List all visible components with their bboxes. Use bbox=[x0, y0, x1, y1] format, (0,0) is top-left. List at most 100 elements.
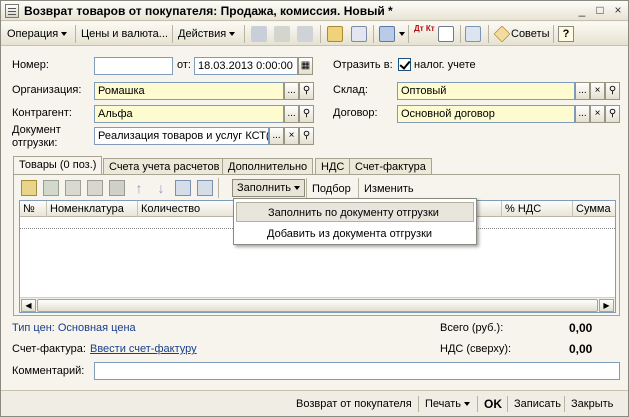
copy-row-icon[interactable] bbox=[43, 180, 59, 196]
chevron-down-icon bbox=[61, 32, 68, 37]
button-separator bbox=[507, 396, 508, 412]
toolbar-separator bbox=[488, 25, 489, 43]
warehouse-label: Склад: bbox=[333, 84, 368, 96]
contract-field[interactable]: Основной договор bbox=[397, 105, 575, 123]
menu-item-fill-by-shipment-doc[interactable]: Заполнить по документу отгрузки bbox=[236, 202, 474, 222]
back-arrow-icon[interactable] bbox=[251, 26, 267, 42]
chevron-down-icon bbox=[464, 402, 471, 407]
enter-invoice-link[interactable]: Ввести счет-фактуру bbox=[90, 343, 197, 355]
tab-settlement-accounts[interactable]: Счета учета расчетов bbox=[103, 158, 226, 175]
delete-row-icon[interactable] bbox=[87, 180, 103, 196]
save-button[interactable]: Записать bbox=[514, 395, 561, 413]
toolbar-separator bbox=[306, 178, 307, 198]
bottom-button-bar: Возврат от покупателя Печать OK Записать… bbox=[1, 390, 628, 416]
tips-icon bbox=[493, 25, 511, 43]
date-field[interactable]: 18.03.2013 0:00:00 bbox=[194, 57, 298, 75]
search-icon[interactable]: ⚲ bbox=[299, 127, 314, 145]
end-edit-icon[interactable] bbox=[109, 180, 125, 196]
counterparty-select-button[interactable]: ... bbox=[284, 105, 299, 123]
search-icon[interactable]: ⚲ bbox=[605, 105, 620, 123]
unpost-document-icon[interactable] bbox=[351, 26, 367, 42]
document-icon bbox=[5, 4, 19, 18]
warehouse-field[interactable]: Оптовый bbox=[397, 82, 575, 100]
column-header-vat-rate[interactable]: % НДС bbox=[501, 201, 573, 217]
reflect-in-label: Отразить в: bbox=[333, 59, 393, 71]
search-icon[interactable]: ⚲ bbox=[299, 105, 314, 123]
maximize-icon[interactable]: □ bbox=[592, 3, 608, 18]
comment-field[interactable] bbox=[94, 362, 620, 380]
scrollbar-thumb[interactable] bbox=[37, 299, 598, 312]
fill-dropdown-menu: Заполнить по документу отгрузки Добавить… bbox=[233, 198, 477, 245]
main-toolbar: Операция Цены и валюта... Действия Дт Кт… bbox=[1, 22, 628, 46]
close-button[interactable]: Закрыть bbox=[571, 395, 613, 413]
shipment-doc-select-button[interactable]: ... bbox=[269, 127, 284, 145]
report-structure-icon[interactable] bbox=[438, 26, 454, 42]
button-separator bbox=[564, 396, 565, 412]
filter-icon[interactable] bbox=[465, 26, 481, 42]
sort-asc-icon[interactable] bbox=[175, 180, 191, 196]
close-icon[interactable]: × bbox=[610, 3, 626, 18]
ok-button[interactable]: OK bbox=[484, 395, 502, 413]
print-menu-button[interactable]: Печать bbox=[425, 395, 471, 413]
return-from-buyer-button[interactable]: Возврат от покупателя bbox=[296, 395, 412, 413]
scroll-right-icon[interactable]: ▶ bbox=[599, 299, 614, 312]
toolbar-separator bbox=[172, 25, 173, 43]
help-button[interactable]: ? bbox=[558, 26, 574, 42]
column-header-quantity[interactable]: Количество bbox=[138, 201, 234, 217]
clear-icon[interactable]: × bbox=[590, 82, 605, 100]
add-row-icon[interactable] bbox=[21, 180, 37, 196]
contract-select-button[interactable]: ... bbox=[575, 105, 590, 123]
fill-menu-button[interactable]: Заполнить bbox=[232, 179, 306, 197]
toolbar-separator bbox=[75, 25, 76, 43]
column-header-amount[interactable]: Сумма bbox=[573, 201, 617, 217]
date-from-label: от: bbox=[177, 59, 191, 71]
toolbar-separator bbox=[373, 25, 374, 43]
scroll-left-icon[interactable]: ◀ bbox=[21, 299, 36, 312]
search-icon[interactable]: ⚲ bbox=[299, 82, 314, 100]
actions-menu-button[interactable]: Действия bbox=[178, 26, 236, 42]
horizontal-scrollbar[interactable]: ◀ ▶ bbox=[20, 297, 615, 312]
edit-row-icon[interactable] bbox=[65, 180, 81, 196]
search-icon[interactable]: ⚲ bbox=[605, 82, 620, 100]
tab-invoice[interactable]: Счет-фактура bbox=[349, 158, 432, 175]
chevron-down-icon bbox=[229, 32, 236, 37]
organization-field[interactable]: Ромашка bbox=[94, 82, 284, 100]
counterparty-field[interactable]: Альфа bbox=[94, 105, 284, 123]
organization-select-button[interactable]: ... bbox=[284, 82, 299, 100]
chevron-down-icon[interactable] bbox=[399, 32, 405, 36]
menu-item-add-from-shipment-doc[interactable]: Добавить из документа отгрузки bbox=[236, 224, 474, 244]
invoice-label: Счет-фактура: bbox=[12, 343, 86, 355]
tab-goods[interactable]: Товары (0 поз.) bbox=[13, 156, 103, 176]
vat-label: НДС (сверху): bbox=[440, 343, 512, 355]
tax-accounting-checkbox[interactable] bbox=[398, 58, 411, 71]
column-header-nomenclature[interactable]: Номенклатура bbox=[47, 201, 138, 217]
move-down-icon[interactable]: ↓ bbox=[153, 180, 169, 196]
tab-additional[interactable]: Дополнительно bbox=[222, 158, 314, 175]
document-grey-icon[interactable] bbox=[274, 26, 290, 42]
forward-arrow-icon[interactable] bbox=[297, 26, 313, 42]
calendar-icon[interactable]: ▦ bbox=[298, 57, 313, 75]
clear-icon[interactable]: × bbox=[284, 127, 299, 145]
operation-menu-button[interactable]: Операция bbox=[7, 26, 68, 42]
minimize-icon[interactable]: _ bbox=[574, 3, 590, 18]
chevron-down-icon bbox=[294, 186, 301, 191]
tips-button[interactable]: Советы bbox=[511, 26, 549, 42]
move-up-icon[interactable]: ↑ bbox=[131, 180, 147, 196]
operation-label: Операция bbox=[7, 28, 59, 40]
change-button[interactable]: Изменить bbox=[364, 181, 414, 197]
sort-desc-icon[interactable] bbox=[197, 180, 213, 196]
tab-vat[interactable]: НДС bbox=[315, 158, 351, 175]
prices-currency-button[interactable]: Цены и валюта... bbox=[81, 26, 168, 42]
document-window: Возврат товаров от покупателя: Продажа, … bbox=[0, 0, 629, 417]
selection-button[interactable]: Подбор bbox=[312, 181, 351, 197]
dt-kt-icon[interactable]: Дт Кт bbox=[414, 24, 435, 40]
create-based-on-icon[interactable] bbox=[379, 26, 395, 42]
button-separator bbox=[418, 396, 419, 412]
clear-icon[interactable]: × bbox=[590, 105, 605, 123]
post-document-icon[interactable] bbox=[327, 26, 343, 42]
number-field[interactable] bbox=[94, 57, 173, 75]
price-type-link[interactable]: Тип цен: Основная цена bbox=[12, 322, 136, 334]
warehouse-select-button[interactable]: ... bbox=[575, 82, 590, 100]
column-header-number[interactable]: № bbox=[20, 201, 47, 217]
shipment-doc-field[interactable]: Реализация товаров и услуг КСТ( bbox=[94, 127, 269, 145]
